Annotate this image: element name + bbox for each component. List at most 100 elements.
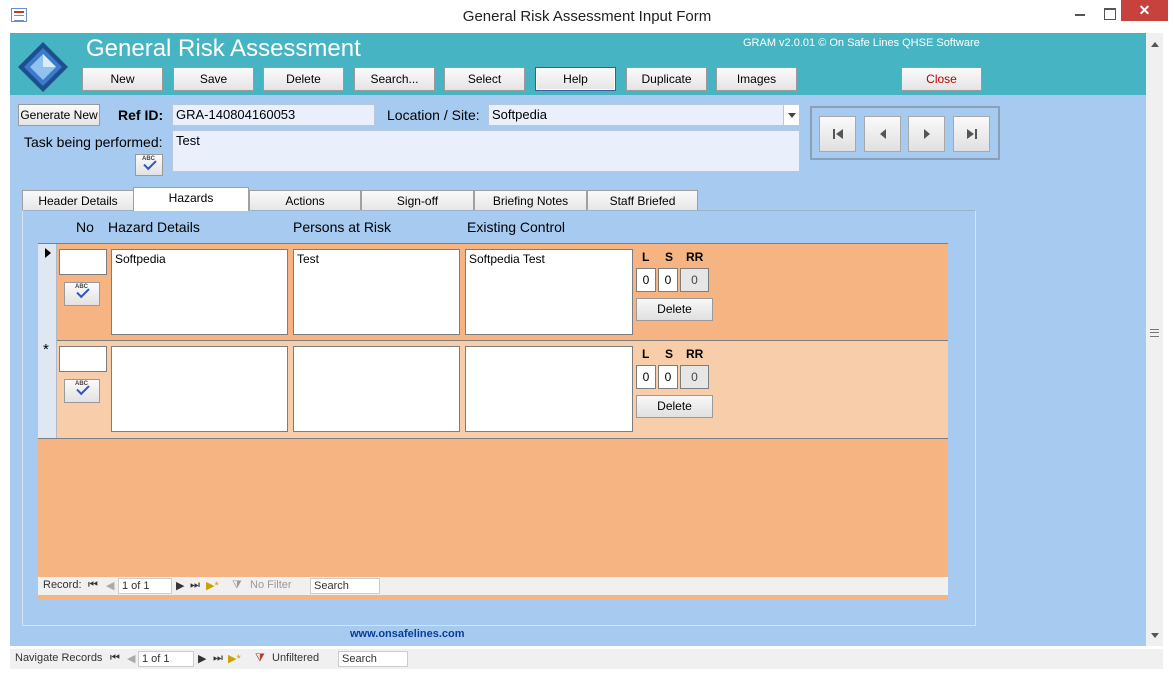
severity-label: S [665,347,674,361]
hazard-spellcheck-button[interactable]: ABC [64,282,100,306]
form-new-record-icon[interactable]: ▶* [228,652,241,665]
col-header-no: No [76,219,94,235]
likelihood-label: L [642,347,650,361]
subform-position-field[interactable]: 1 of 1 [118,578,172,594]
form-search-field[interactable]: Search [338,651,408,667]
likelihood-field[interactable]: 0 [636,365,656,389]
ref-id-label: Ref ID: [118,107,164,123]
hazard-spellcheck-button[interactable]: ABC [64,379,100,403]
hazard-details-field[interactable] [111,346,288,432]
subform-last-icon[interactable]: ⏭ [190,579,200,592]
likelihood-field[interactable]: 0 [636,268,656,292]
app-heading: General Risk Assessment [86,35,361,62]
location-value: Softpedia [492,107,547,122]
window-titlebar: General Risk Assessment Input Form ✕ [0,0,1174,33]
subform-next-icon[interactable]: ▶ [176,579,184,592]
form-filter-label[interactable]: Unfiltered [272,652,319,664]
record-selector[interactable] [38,244,57,341]
task-spellcheck-button[interactable]: ABC [135,154,163,176]
col-header-hazard-details: Hazard Details [108,219,200,235]
form-first-icon[interactable]: ⏮ [110,652,120,665]
window-frame-right [1163,33,1174,677]
scroll-up-icon[interactable] [1151,42,1159,47]
scroll-grip-icon[interactable] [1150,329,1159,337]
risk-rating-field: 0 [680,268,709,292]
subform-first-icon[interactable]: ⏮ [88,579,98,592]
new-button[interactable]: New [82,67,163,91]
existing-control-field[interactable] [465,346,633,432]
vertical-scrollbar[interactable] [1146,33,1163,646]
close-form-button[interactable]: Close [901,67,982,91]
first-record-button[interactable] [819,116,856,152]
form-next-icon[interactable]: ▶ [198,652,206,665]
persons-at-risk-field[interactable] [293,346,460,432]
persons-at-risk-field[interactable]: Test [293,249,460,335]
delete-hazard-button[interactable]: Delete [636,298,713,321]
hazard-details-field[interactable]: Softpedia [111,249,288,335]
header-band: General Risk Assessment GRAM v2.0.01 © O… [10,33,1146,95]
severity-label: S [665,250,674,264]
subform-prev-icon[interactable]: ◀ [106,579,114,592]
form-position-field[interactable]: 1 of 1 [138,651,194,667]
next-icon [924,129,930,139]
navigate-records-label: Navigate Records [15,652,103,664]
subform-no-filter-icon: ⧩ [232,579,242,591]
subform-new-record-icon[interactable]: ▶* [206,579,219,592]
hazards-subform: ABC Softpedia Test Softpedia Test L S RR… [38,243,948,599]
delete-hazard-button[interactable]: Delete [636,395,713,418]
form-last-icon[interactable]: ⏭ [213,652,223,665]
hazard-no-field[interactable] [59,346,107,372]
hazard-row: ABC Softpedia Test Softpedia Test L S RR… [38,243,948,341]
form-filter-icon: ⧩ [255,652,265,664]
minimize-button[interactable] [1062,0,1096,26]
new-record-icon: * [43,341,49,358]
col-header-existing-control: Existing Control [467,219,566,235]
window-frame-left [0,33,10,677]
last-icon [967,129,977,139]
subform-record-navigation: Record: ⏮ ◀ 1 of 1 ▶ ⏭ ▶* ⧩ No Filter Se… [38,577,948,595]
scroll-down-icon[interactable] [1151,633,1159,638]
tab-header-details[interactable]: Header Details [22,190,134,211]
record-selector[interactable]: * [38,341,57,438]
col-header-persons-at-risk: Persons at Risk [293,219,392,235]
risk-rating-label: RR [686,250,704,264]
images-button[interactable]: Images [716,67,797,91]
search-button[interactable]: Search... [354,67,435,91]
tab-briefing-notes[interactable]: Briefing Notes [474,190,587,211]
form-prev-icon[interactable]: ◀ [127,652,135,665]
tab-actions[interactable]: Actions [249,190,361,211]
duplicate-button[interactable]: Duplicate [626,67,707,91]
delete-record-button[interactable]: Delete [263,67,344,91]
next-record-button[interactable] [908,116,945,152]
risk-rating-label: RR [686,347,704,361]
generate-new-button[interactable]: Generate New [18,104,100,126]
form-area: General Risk Assessment GRAM v2.0.01 © O… [10,33,1146,646]
website-link[interactable]: www.onsafelines.com [350,628,465,640]
maximize-button[interactable] [1096,0,1122,26]
task-label: Task being performed: [24,134,163,150]
save-button[interactable]: Save [173,67,254,91]
last-record-button[interactable] [953,116,990,152]
select-button[interactable]: Select [444,67,525,91]
ref-id-field[interactable]: GRA-140804160053 [172,104,375,126]
window-title: General Risk Assessment Input Form [462,8,712,25]
subform-filter-label[interactable]: No Filter [250,579,292,591]
severity-field[interactable]: 0 [658,268,678,292]
location-combo[interactable]: Softpedia [488,104,800,126]
record-navigator [810,106,1000,160]
hazard-no-field[interactable] [59,249,107,275]
existing-control-field[interactable]: Softpedia Test [465,249,633,335]
previous-record-button[interactable] [864,116,901,152]
tab-hazards[interactable]: Hazards [133,187,249,211]
location-label: Location / Site: [387,107,480,123]
severity-field[interactable]: 0 [658,365,678,389]
help-button[interactable]: Help [535,67,616,91]
chevron-down-icon[interactable] [783,105,799,125]
likelihood-label: L [642,250,650,264]
window-close-button[interactable]: ✕ [1121,0,1168,21]
tab-sign-off[interactable]: Sign-off [361,190,474,211]
tab-staff-briefed[interactable]: Staff Briefed [587,190,698,211]
subform-search-field[interactable]: Search [310,578,380,594]
task-field[interactable]: Test [172,130,800,172]
risk-rating-field: 0 [680,365,709,389]
